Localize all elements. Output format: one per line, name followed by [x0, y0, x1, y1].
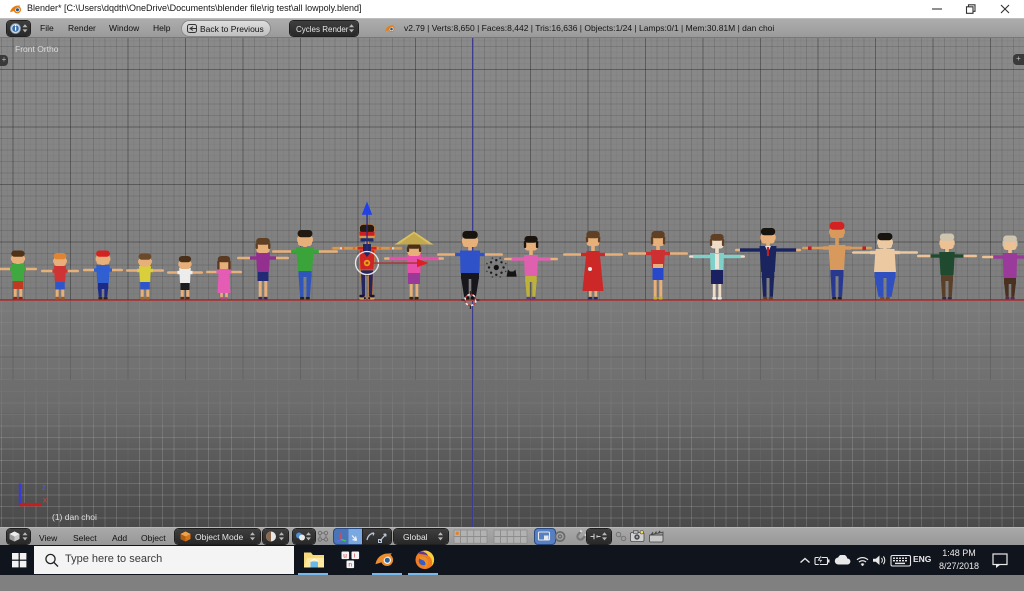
svg-text:n: n [348, 562, 352, 569]
svg-text:z: z [42, 483, 46, 492]
svg-text:i: i [354, 553, 355, 560]
svg-text:x: x [43, 496, 47, 505]
svg-text:u: u [343, 553, 347, 560]
